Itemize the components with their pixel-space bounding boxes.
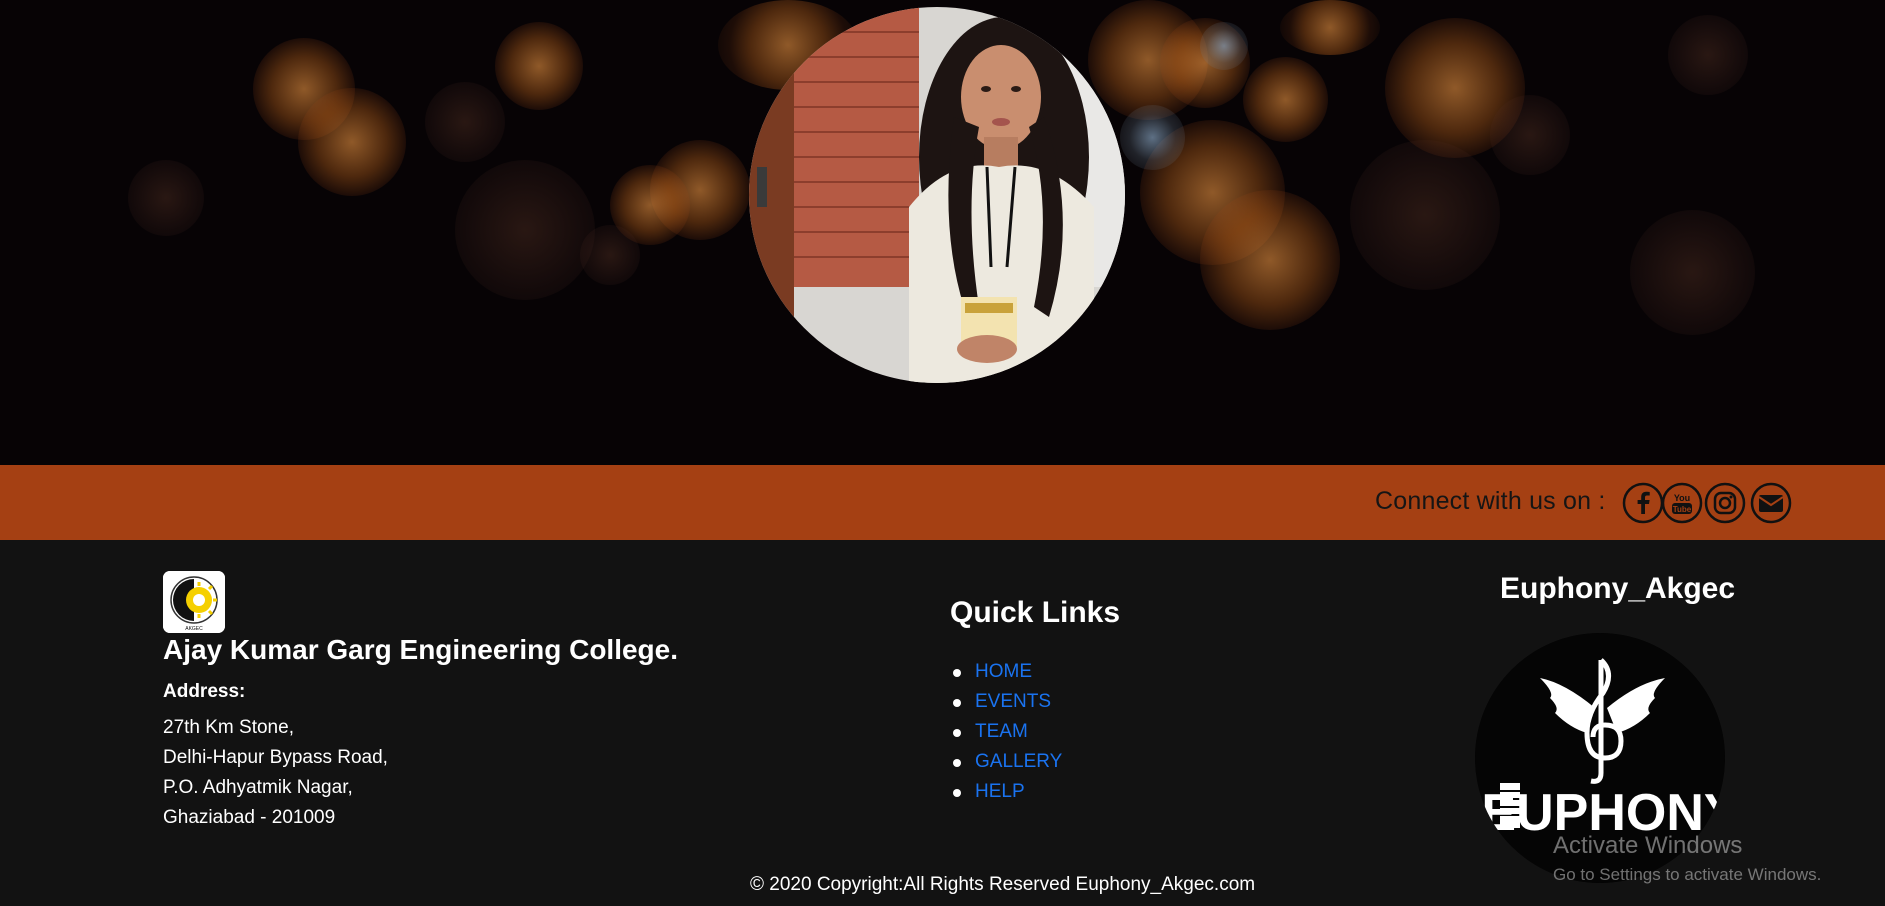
bokeh-light <box>455 160 595 300</box>
hero-banner <box>0 0 1885 465</box>
copyright-text: © 2020 Copyright:All Rights Reserved Eup… <box>750 874 1256 895</box>
akgec-logo-icon: AKGEC <box>163 571 225 633</box>
college-name: Ajay Kumar Garg Engineering College. <box>163 634 679 665</box>
quick-link-gallery[interactable]: GALLERY <box>975 751 1062 773</box>
windows-activation-subtitle: Go to Settings to activate Windows. <box>1553 865 1822 884</box>
bokeh-light <box>1630 210 1755 335</box>
bullet <box>953 789 961 797</box>
quick-link-help[interactable]: HELP <box>975 781 1025 803</box>
bokeh-light <box>425 82 505 162</box>
quick-link-home[interactable]: HOME <box>975 661 1032 683</box>
address-line: Ghaziabad - 201009 <box>163 807 336 828</box>
bokeh-light <box>1490 95 1570 175</box>
bokeh-light <box>298 88 406 196</box>
windows-activation-title: Activate Windows <box>1553 832 1743 859</box>
bokeh-light <box>580 225 640 285</box>
bokeh-light <box>1243 57 1328 142</box>
college-logo: AKGEC <box>163 571 225 633</box>
youtube-icon: You Tube <box>1661 482 1703 524</box>
svg-text:You: You <box>1674 493 1690 503</box>
quick-link-events[interactable]: EVENTS <box>975 691 1051 713</box>
quick-links-title: Quick Links <box>950 596 1121 629</box>
euphony-title: Euphony_Akgec <box>1500 572 1736 605</box>
connect-label: Connect with us on : <box>1375 487 1606 515</box>
connect-bar: Connect with us on : <box>0 465 1885 540</box>
address-line: Delhi-Hapur Bypass Road, <box>163 747 388 768</box>
bullet <box>953 729 961 737</box>
bokeh-light <box>1350 140 1500 290</box>
instagram-link[interactable] <box>1704 482 1746 524</box>
bokeh-light <box>1120 105 1185 170</box>
svg-text:Tube: Tube <box>1673 505 1692 514</box>
bullet <box>953 699 961 707</box>
envelope-icon <box>1750 482 1792 524</box>
email-link[interactable] <box>1749 482 1792 524</box>
svg-text:AKGEC: AKGEC <box>185 626 203 632</box>
bullet <box>953 669 961 677</box>
bullet <box>953 759 961 767</box>
address-line: 27th Km Stone, <box>163 717 294 738</box>
portrait-image <box>749 7 1125 383</box>
instagram-icon <box>1704 482 1746 524</box>
address-label: Address: <box>163 681 246 702</box>
bokeh-light <box>495 22 583 110</box>
bokeh-light <box>1200 22 1248 70</box>
address-line: P.O. Adhyatmik Nagar, <box>163 777 353 798</box>
bokeh-light <box>128 160 204 236</box>
youtube-link[interactable]: You Tube <box>1661 482 1703 524</box>
facebook-icon <box>1622 482 1664 524</box>
profile-photo <box>749 7 1125 383</box>
bokeh-light <box>1280 0 1380 55</box>
facebook-link[interactable] <box>1622 482 1664 524</box>
quick-link-team[interactable]: TEAM <box>975 721 1028 743</box>
bokeh-light <box>1668 15 1748 95</box>
bokeh-light <box>1200 190 1340 330</box>
